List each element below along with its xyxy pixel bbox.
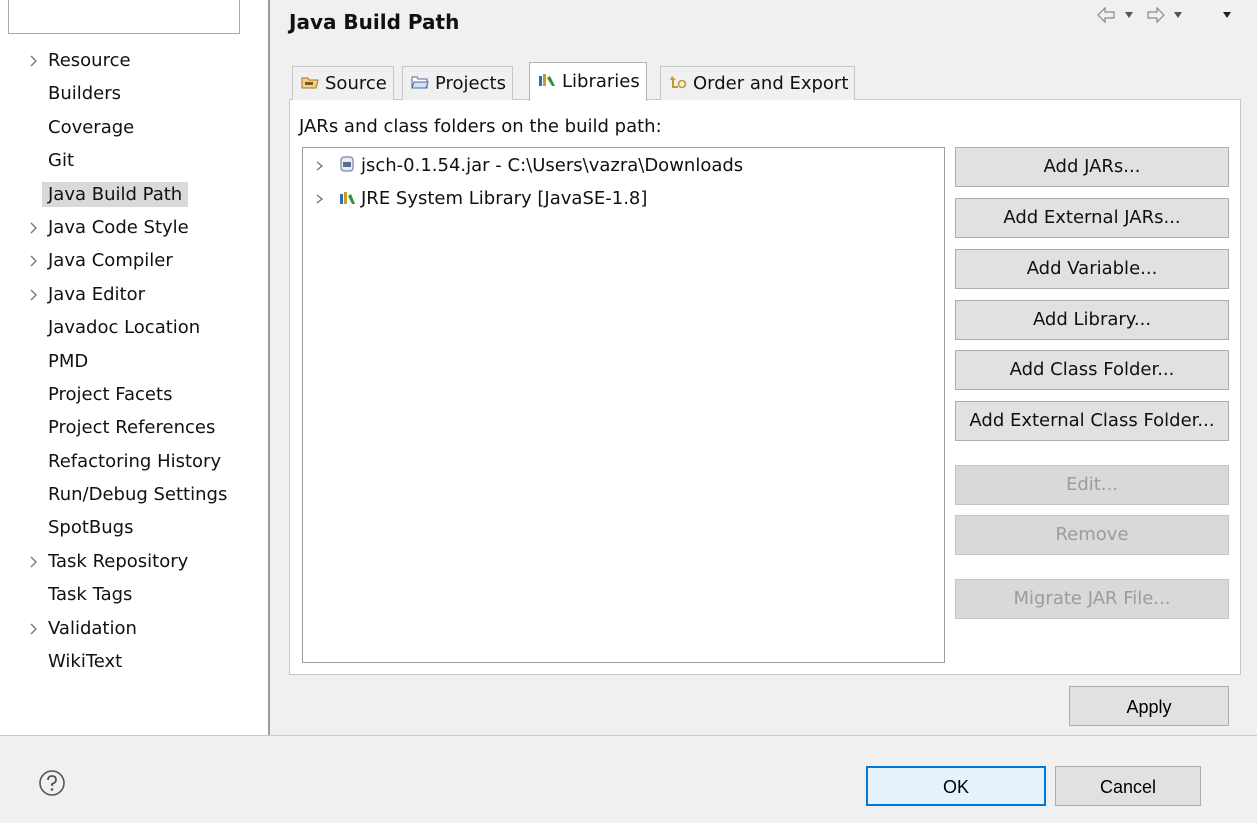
library-entry-label: jsch-0.1.54.jar - C:\Users\vazra\Downloa… — [361, 155, 744, 176]
nav-item-wikitext[interactable]: WikiText — [0, 645, 268, 678]
nav-item-task-tags[interactable]: Task Tags — [0, 578, 268, 611]
libraries-tree[interactable]: jsch-0.1.54.jar - C:\Users\vazra\Downloa… — [302, 147, 945, 663]
build-path-caption: JARs and class folders on the build path… — [299, 116, 662, 137]
tab-label: Order and Export — [693, 73, 849, 94]
chevron-right-icon[interactable] — [28, 211, 40, 244]
jar-icon — [340, 156, 354, 172]
nav-item-coverage[interactable]: Coverage — [0, 111, 268, 144]
pane-sash[interactable] — [268, 0, 270, 735]
view-menu-icon[interactable] — [1223, 12, 1231, 18]
library-entry-jar[interactable]: jsch-0.1.54.jar - C:\Users\vazra\Downloa… — [313, 151, 743, 181]
nav-item-label: Run/Debug Settings — [48, 484, 228, 506]
nav-item-label: Resource — [48, 50, 131, 71]
remove-button[interactable]: Remove — [955, 515, 1229, 555]
add-library-button[interactable]: Add Library... — [955, 300, 1229, 340]
nav-item-project-references[interactable]: Project References — [0, 411, 268, 444]
nav-item-label: Git — [48, 150, 75, 172]
nav-item-java-editor[interactable]: Java Editor — [0, 278, 268, 311]
nav-item-label: Refactoring History — [48, 450, 222, 472]
nav-item-label: Validation — [48, 617, 137, 639]
nav-item-label: WikiText — [48, 651, 123, 673]
library-entry-label: JRE System Library [JavaSE-1.8] — [361, 188, 648, 209]
library-entry-jre[interactable]: JRE System Library [JavaSE-1.8] — [313, 184, 647, 214]
chevron-right-icon[interactable] — [313, 192, 327, 206]
tab-projects[interactable]: Projects — [402, 66, 513, 100]
tab-libraries[interactable]: Libraries — [529, 62, 647, 101]
migrate-jar-button[interactable]: Migrate JAR File... — [955, 579, 1229, 619]
nav-item-label: SpotBugs — [48, 517, 134, 539]
nav-item-project-facets[interactable]: Project Facets — [0, 378, 268, 411]
tab-label: Source — [325, 73, 387, 94]
tab-order-and-export[interactable]: Order and Export — [660, 66, 856, 100]
chevron-right-icon[interactable] — [313, 159, 327, 173]
add-jars-button[interactable]: Add JARs... — [955, 147, 1229, 187]
nav-item-javadoc-location[interactable]: Javadoc Location — [0, 311, 268, 344]
tab-source[interactable]: Source — [292, 66, 394, 100]
nav-item-validation[interactable]: Validation — [0, 612, 268, 645]
back-arrow-icon[interactable] — [1097, 6, 1115, 24]
preferences-nav-pane: Resource Builders Coverage Git Java Buil… — [0, 0, 268, 735]
nav-item-task-repository[interactable]: Task Repository — [0, 545, 268, 578]
nav-item-label: Coverage — [48, 116, 135, 138]
nav-item-builders[interactable]: Builders — [0, 77, 268, 110]
history-navigation — [1097, 6, 1231, 24]
nav-item-label: Task Repository — [48, 550, 189, 572]
nav-item-resource[interactable]: Resource — [0, 44, 268, 77]
add-variable-button[interactable]: Add Variable... — [955, 249, 1229, 289]
nav-item-label: Java Code Style — [48, 216, 189, 238]
back-menu-icon[interactable] — [1125, 12, 1133, 18]
nav-item-java-compiler[interactable]: Java Compiler — [0, 244, 268, 277]
nav-item-pmd[interactable]: PMD — [0, 345, 268, 378]
apply-button[interactable]: Apply — [1069, 686, 1229, 726]
nav-item-spotbugs[interactable]: SpotBugs — [0, 511, 268, 544]
nav-item-run-debug-settings[interactable]: Run/Debug Settings — [0, 478, 268, 511]
nav-item-label: PMD — [48, 350, 89, 372]
nav-tree: Resource Builders Coverage Git Java Buil… — [0, 44, 268, 678]
nav-item-java-build-path[interactable]: Java Build Path — [0, 178, 268, 211]
nav-item-label: Task Tags — [48, 584, 133, 606]
nav-item-label: Builders — [48, 83, 122, 105]
edit-button[interactable]: Edit... — [955, 465, 1229, 505]
ok-button[interactable]: OK — [866, 766, 1046, 806]
nav-item-label: Project Facets — [48, 383, 173, 405]
source-folder-icon — [301, 77, 319, 89]
filter-input[interactable] — [8, 0, 240, 34]
cancel-button[interactable]: Cancel — [1055, 766, 1201, 806]
nav-item-java-code-style[interactable]: Java Code Style — [0, 211, 268, 244]
order-export-icon — [670, 76, 687, 89]
nav-item-label: Java Build Path — [42, 181, 189, 207]
tab-label: Libraries — [562, 71, 640, 92]
dialog-divider — [0, 735, 1257, 736]
chevron-right-icon[interactable] — [28, 612, 40, 645]
projects-folder-icon — [411, 76, 429, 89]
library-icon — [340, 192, 355, 204]
chevron-right-icon[interactable] — [28, 545, 40, 578]
chevron-right-icon[interactable] — [28, 44, 40, 77]
forward-arrow-icon[interactable] — [1147, 6, 1165, 24]
help-icon[interactable] — [38, 769, 66, 797]
nav-item-refactoring-history[interactable]: Refactoring History — [0, 445, 268, 478]
nav-item-label: Javadoc Location — [48, 317, 201, 339]
tab-label: Projects — [435, 73, 506, 94]
add-external-class-folder-button[interactable]: Add External Class Folder... — [955, 401, 1229, 441]
chevron-right-icon[interactable] — [28, 278, 40, 311]
chevron-right-icon[interactable] — [28, 244, 40, 277]
nav-item-label: Java Compiler — [48, 250, 173, 272]
libraries-icon — [539, 74, 555, 86]
nav-item-label: Project References — [48, 417, 216, 439]
add-class-folder-button[interactable]: Add Class Folder... — [955, 350, 1229, 390]
nav-item-label: Java Editor — [48, 283, 146, 305]
forward-menu-icon[interactable] — [1174, 12, 1182, 18]
nav-item-git[interactable]: Git — [0, 144, 268, 177]
page-title: Java Build Path — [289, 10, 460, 34]
add-external-jars-button[interactable]: Add External JARs... — [955, 198, 1229, 238]
